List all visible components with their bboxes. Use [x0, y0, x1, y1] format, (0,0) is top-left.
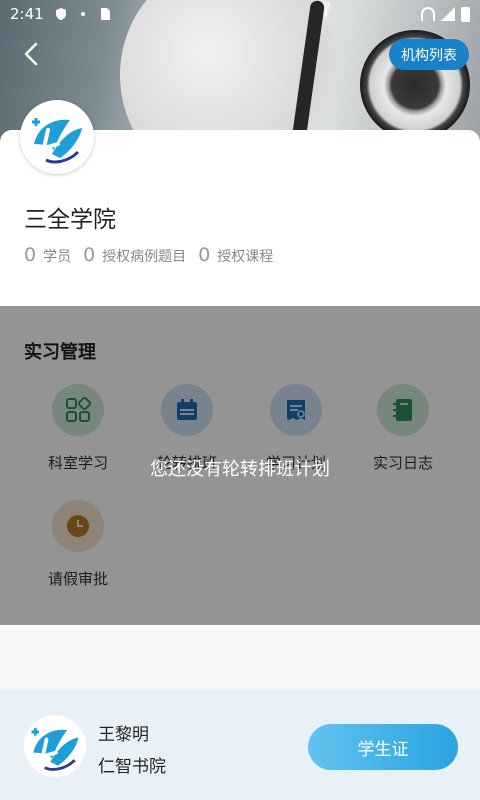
nfc-icon	[80, 12, 85, 16]
wifi-icon	[421, 7, 435, 21]
sim-card-icon	[100, 8, 110, 20]
user-logo-icon	[24, 715, 86, 777]
battery-icon	[461, 6, 470, 22]
school-name: 三全学院	[24, 207, 116, 233]
school-stats: 0 学员 0 授权病例题目 0 授权课程	[24, 244, 285, 266]
status-time: 2:41	[10, 5, 44, 23]
avatar	[24, 715, 86, 777]
stat-case-questions: 0 授权病例题目	[83, 244, 187, 266]
student-card-button[interactable]: 学生证	[308, 724, 458, 770]
org-list-button[interactable]: 机构列表	[389, 39, 469, 70]
school-logo-icon	[25, 105, 89, 169]
user-org: 仁智书院	[98, 757, 166, 777]
school-logo	[20, 100, 94, 174]
stat-students: 0 学员	[24, 244, 72, 266]
shield-icon	[55, 8, 66, 20]
signal-icon	[441, 7, 455, 21]
user-name: 王黎明	[98, 725, 149, 745]
stat-courses: 0 授权课程	[198, 244, 274, 266]
status-bar: 2:41	[0, 0, 480, 28]
user-bottom-bar: 王黎明 仁智书院 学生证	[0, 690, 480, 800]
back-arrow-icon[interactable]	[18, 38, 46, 70]
toast-message: 您还没有轮转排班计划	[150, 459, 330, 480]
